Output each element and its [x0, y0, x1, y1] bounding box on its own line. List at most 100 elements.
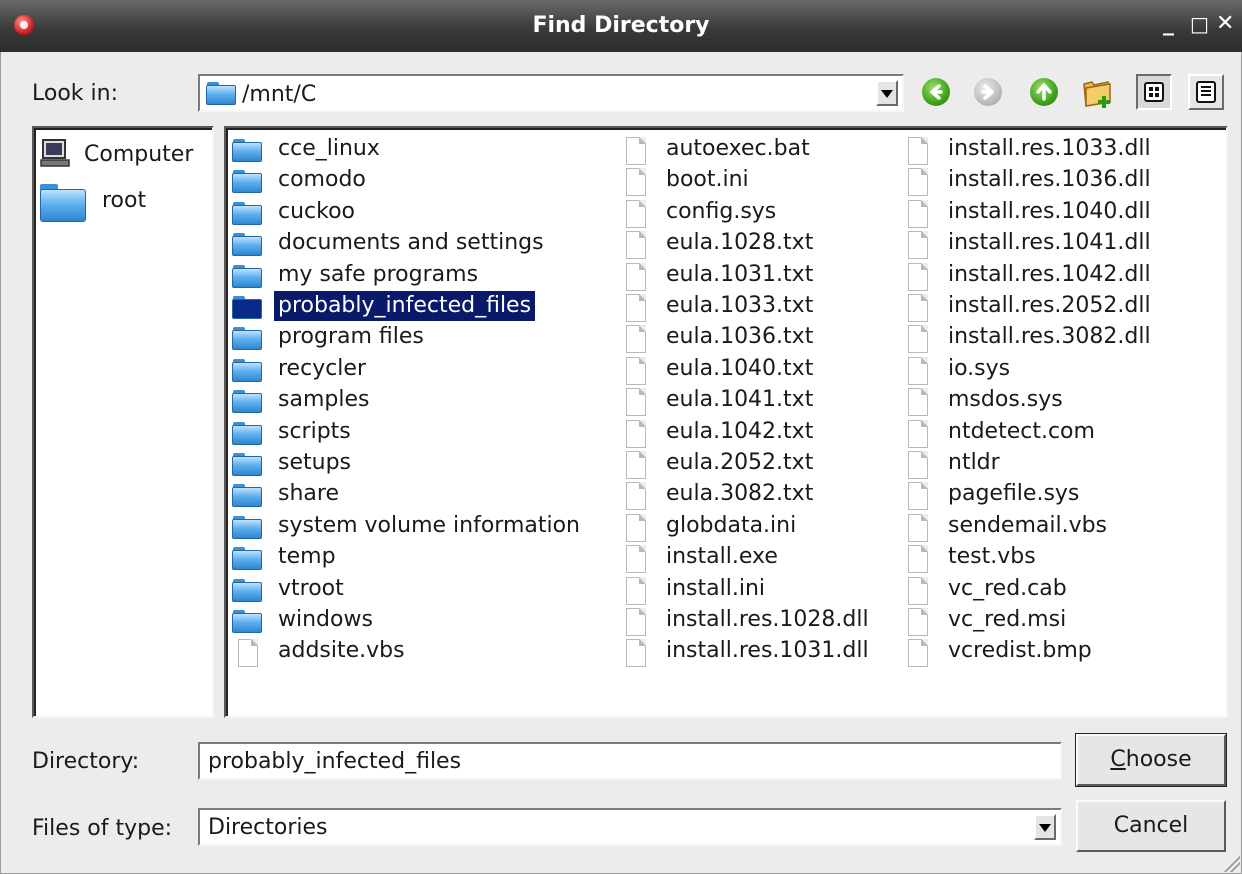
file-list[interactable]: cce_linux comodo cuckoo documents and setti…	[224, 126, 1228, 718]
title-bar[interactable]: Find Directory _ □ ✕	[0, 0, 1242, 52]
item-label: autoexec.bat	[666, 136, 810, 161]
up-folder-button[interactable]	[1026, 74, 1062, 110]
list-view-button[interactable]	[1136, 74, 1172, 110]
item-label: globdata.ini	[666, 512, 797, 538]
back-icon	[922, 78, 950, 106]
document-icon	[620, 199, 652, 228]
item-label: msdos.sys	[948, 387, 1063, 413]
item-label: vc_red.msi	[948, 607, 1067, 632]
document-icon	[902, 639, 934, 668]
document-icon	[620, 482, 652, 511]
item-label: share	[278, 481, 339, 507]
sidebar-item-label: root	[102, 188, 147, 213]
item-label: install.res.1031.dll	[666, 638, 869, 664]
list-view-icon	[1144, 82, 1164, 102]
cancel-button[interactable]: Cancel	[1076, 800, 1226, 852]
folder-icon	[232, 420, 264, 446]
item-label: eula.1036.txt	[666, 324, 814, 350]
document-icon	[620, 262, 652, 291]
sidebar-item-root[interactable]: root	[40, 184, 146, 224]
document-icon	[620, 137, 652, 165]
file-type-value: Directories	[208, 815, 328, 840]
item-label: install.res.1028.dll	[666, 607, 869, 632]
folder-icon	[206, 82, 236, 105]
document-icon	[902, 576, 934, 605]
item-label: eula.2052.txt	[666, 450, 814, 475]
document-icon	[620, 231, 652, 260]
document-icon	[620, 451, 652, 479]
chevron-down-icon[interactable]	[1034, 814, 1056, 840]
item-label: temp	[278, 544, 336, 570]
forward-icon	[974, 78, 1002, 106]
directory-input[interactable]: probably_infected_files	[198, 742, 1062, 780]
details-view-button[interactable]	[1188, 74, 1224, 110]
item-label: config.sys	[666, 198, 777, 224]
close-button[interactable]: ✕	[1216, 11, 1234, 37]
document-icon	[620, 639, 652, 668]
folder-icon	[232, 388, 264, 414]
item-label: addsite.vbs	[278, 638, 405, 664]
document-icon	[232, 639, 264, 668]
back-button[interactable]	[918, 74, 954, 110]
look-in-combo[interactable]: /mnt/C	[198, 74, 904, 112]
computer-icon	[40, 139, 70, 167]
item-label: ntldr	[948, 450, 1000, 475]
folder-icon	[232, 231, 264, 257]
chevron-down-icon[interactable]	[876, 80, 898, 106]
item-label: comodo	[278, 167, 366, 193]
new-folder-button[interactable]	[1080, 74, 1116, 110]
document-icon	[620, 388, 652, 417]
item-label: eula.1042.txt	[666, 418, 814, 444]
item-label: samples	[278, 387, 370, 413]
document-icon	[902, 231, 934, 260]
item-label: setups	[278, 450, 351, 475]
file-type-label: Files of type:	[32, 816, 173, 841]
file-type-combo[interactable]: Directories	[198, 808, 1062, 846]
item-label: recycler	[278, 355, 366, 381]
document-icon	[902, 545, 934, 574]
item-label: eula.3082.txt	[666, 481, 814, 507]
item-label: install.res.1041.dll	[948, 230, 1151, 256]
maximize-button[interactable]: □	[1190, 11, 1209, 37]
item-label: install.ini	[666, 575, 766, 601]
folder-icon	[232, 325, 264, 351]
folder-icon	[232, 200, 264, 226]
folder-icon	[232, 514, 264, 540]
item-label: eula.1041.txt	[666, 387, 814, 413]
document-icon	[902, 199, 934, 228]
minimize-button[interactable]: _	[1163, 11, 1174, 37]
item-label: cce_linux	[278, 136, 380, 161]
sidebar-item-computer[interactable]: Computer	[40, 138, 193, 178]
resize-grip[interactable]	[1222, 854, 1240, 872]
document-icon	[902, 262, 934, 291]
document-icon	[902, 168, 934, 197]
item-label: system volume information	[278, 512, 580, 538]
choose-label: hoose	[1125, 747, 1192, 772]
choose-button[interactable]: Choose	[1075, 733, 1227, 787]
document-icon	[902, 137, 934, 165]
document-icon	[902, 325, 934, 354]
document-icon	[902, 451, 934, 479]
document-icon	[620, 513, 652, 542]
folder-icon	[232, 577, 264, 603]
window-title: Find Directory	[532, 13, 710, 38]
document-icon	[620, 168, 652, 197]
document-icon	[620, 294, 652, 322]
places-sidebar[interactable]: Computer root	[32, 126, 214, 718]
item-label: vc_red.cab	[948, 575, 1067, 601]
folder-icon	[232, 545, 264, 571]
folder-icon	[232, 137, 264, 163]
directory-value: probably_infected_files	[208, 749, 462, 774]
document-icon	[620, 608, 652, 636]
item-label: install.res.1033.dll	[948, 136, 1151, 161]
document-icon	[902, 419, 934, 448]
details-view-icon	[1196, 81, 1216, 103]
item-label: eula.1031.txt	[666, 261, 814, 287]
item-label: boot.ini	[666, 167, 749, 193]
forward-button[interactable]	[970, 74, 1006, 110]
document-icon	[902, 608, 934, 636]
look-in-value: /mnt/C	[242, 82, 317, 107]
folder-icon	[232, 451, 264, 477]
up-folder-icon	[1030, 78, 1058, 106]
item-label: ntdetect.com	[948, 418, 1095, 444]
